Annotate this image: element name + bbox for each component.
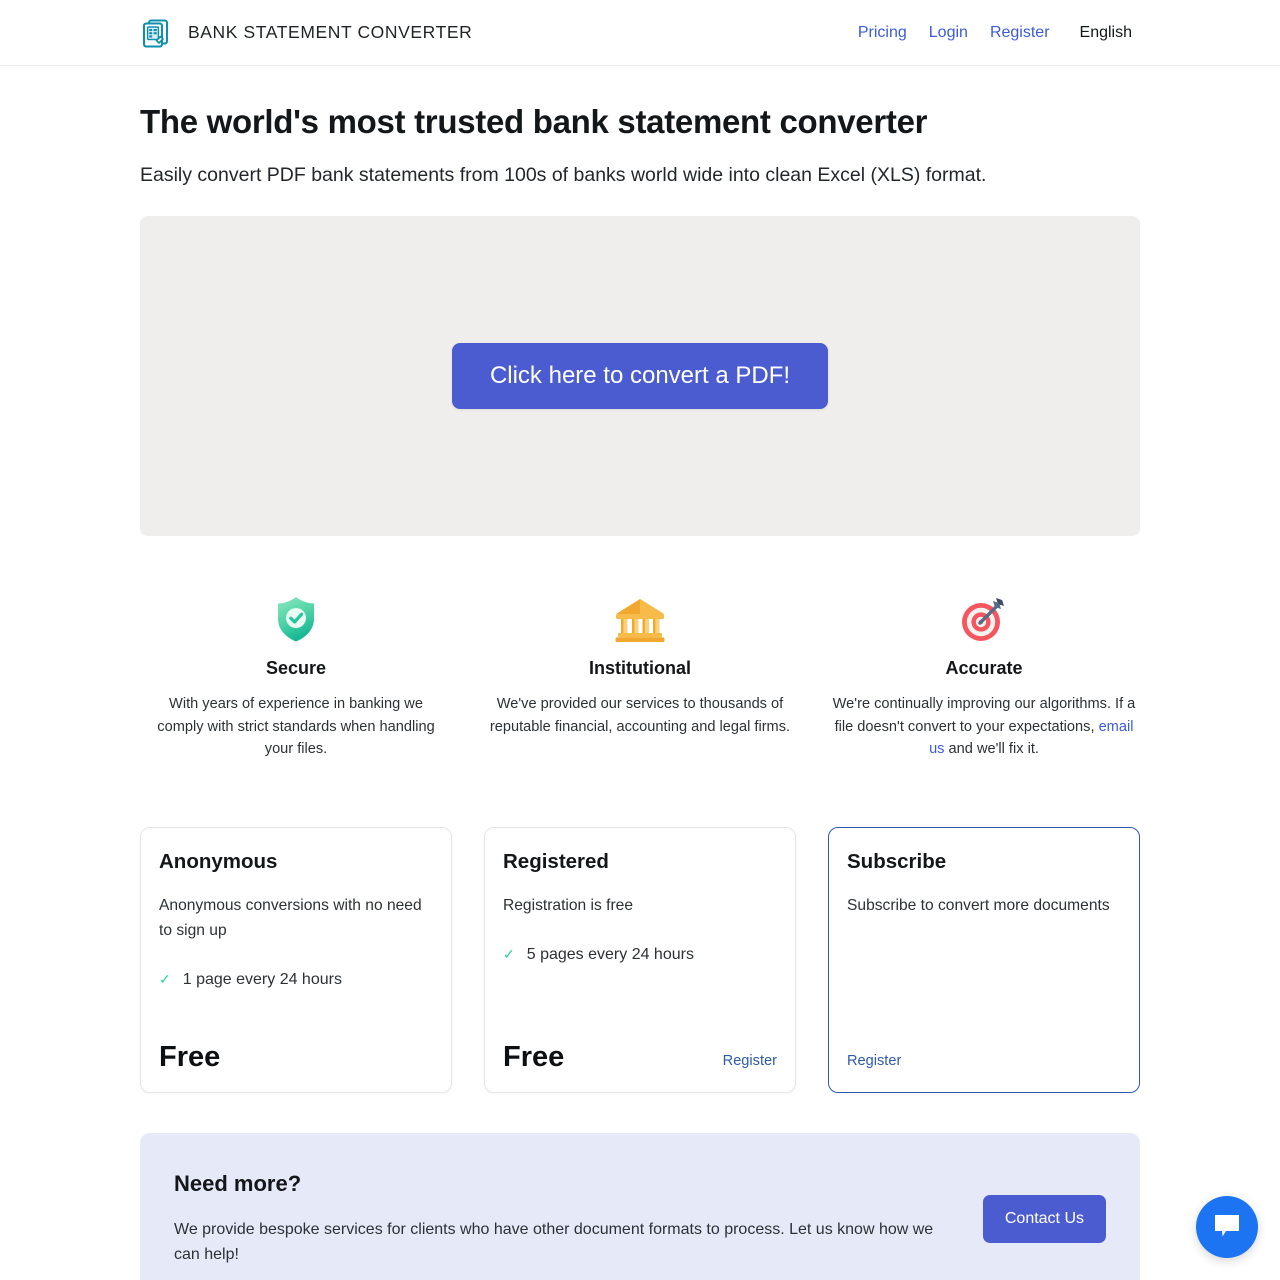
- plan-description: Subscribe to convert more documents: [847, 896, 1110, 914]
- feature-title: Institutional: [589, 657, 691, 678]
- feature-title: Secure: [265, 657, 327, 678]
- need-more-banner: Need more? We provide bespoke services f…: [140, 1132, 1140, 1280]
- convert-pdf-button[interactable]: Click here to convert a PDF!: [451, 342, 829, 409]
- plan-price: Free: [503, 1040, 565, 1073]
- features-section: Secure With years of experience in banki…: [140, 594, 1140, 761]
- feature-text-before: We're continually improving our algorith…: [832, 695, 1136, 735]
- document-table-icon: [140, 16, 174, 50]
- plan-card-subscribe[interactable]: Subscribe Subscribe to convert more docu…: [828, 826, 1140, 1093]
- plan-footer: Register: [847, 1030, 1121, 1072]
- plan-description: Anonymous conversions with no need to si…: [159, 896, 422, 939]
- pdf-dropzone[interactable]: Click here to convert a PDF!: [140, 215, 1140, 536]
- need-more-title: Need more?: [174, 1170, 302, 1196]
- need-more-text-block: Need more? We provide bespoke services f…: [174, 1171, 959, 1268]
- feature-text: We've provided our services to thousands…: [489, 695, 791, 735]
- plan-feature-label: 1 page every 24 hours: [182, 970, 342, 988]
- feature-text: With years of experience in banking we c…: [157, 695, 435, 758]
- plan-feature-item: ✓ 1 page every 24 hours: [159, 968, 433, 992]
- brand-home-link[interactable]: BANK STATEMENT CONVERTER: [140, 16, 472, 50]
- pricing-plans-section: Anonymous Anonymous conversions with no …: [140, 826, 1140, 1093]
- site-header: BANK STATEMENT CONVERTER Pricing Login R…: [0, 0, 1280, 66]
- plan-feature-label: 5 pages every 24 hours: [526, 945, 694, 963]
- plan-title: Subscribe: [847, 849, 947, 873]
- feature-text-after: and we'll fix it.: [944, 741, 1039, 758]
- feature-accurate: Accurate We're continually improving our…: [828, 594, 1140, 761]
- need-more-body: We provide bespoke services for clients …: [174, 1220, 934, 1264]
- brand-name: BANK STATEMENT CONVERTER: [188, 22, 473, 42]
- contact-us-button[interactable]: Contact Us: [982, 1195, 1106, 1244]
- plan-register-link[interactable]: Register: [723, 1051, 777, 1071]
- plan-description: Registration is free: [503, 896, 634, 914]
- plan-footer: Free Register: [503, 1025, 777, 1072]
- check-icon: ✓: [159, 970, 171, 987]
- plan-card-anonymous[interactable]: Anonymous Anonymous conversions with no …: [140, 826, 452, 1093]
- plan-card-registered[interactable]: Registered Registration is free ✓ 5 page…: [484, 826, 796, 1093]
- plan-feature-item: ✓ 5 pages every 24 hours: [503, 943, 777, 967]
- plan-price: Free: [159, 1040, 221, 1073]
- plan-feature-list: ✓ 5 pages every 24 hours: [503, 943, 777, 967]
- target-dart-icon: [832, 594, 1136, 644]
- nav-link-pricing[interactable]: Pricing: [858, 24, 907, 42]
- plan-title: Anonymous: [159, 849, 278, 873]
- main-content: The world's most trusted bank statement …: [140, 66, 1140, 1280]
- plan-footer: Free: [159, 1025, 433, 1072]
- plan-register-link[interactable]: Register: [847, 1051, 901, 1071]
- bank-building-icon: [488, 594, 792, 644]
- feature-institutional: Institutional We've provided our service…: [484, 594, 796, 761]
- feature-text: We're continually improving our algorith…: [832, 693, 1136, 761]
- page-title: The world's most trusted bank statement …: [140, 103, 928, 140]
- main-navigation: Pricing Login Register English: [858, 24, 1132, 42]
- page-subtitle: Easily convert PDF bank statements from …: [140, 163, 987, 186]
- chat-bubble-icon: [1213, 1213, 1241, 1242]
- nav-link-register[interactable]: Register: [990, 24, 1050, 42]
- chat-widget-button[interactable]: [1196, 1196, 1258, 1258]
- plan-title: Registered: [503, 849, 609, 873]
- feature-title: Accurate: [945, 657, 1023, 678]
- check-icon: ✓: [503, 945, 515, 962]
- plan-feature-list: ✓ 1 page every 24 hours: [159, 968, 433, 992]
- shield-check-icon: [144, 594, 448, 644]
- nav-link-login[interactable]: Login: [929, 24, 968, 42]
- language-selector[interactable]: English: [1080, 24, 1132, 42]
- feature-secure: Secure With years of experience in banki…: [140, 594, 452, 761]
